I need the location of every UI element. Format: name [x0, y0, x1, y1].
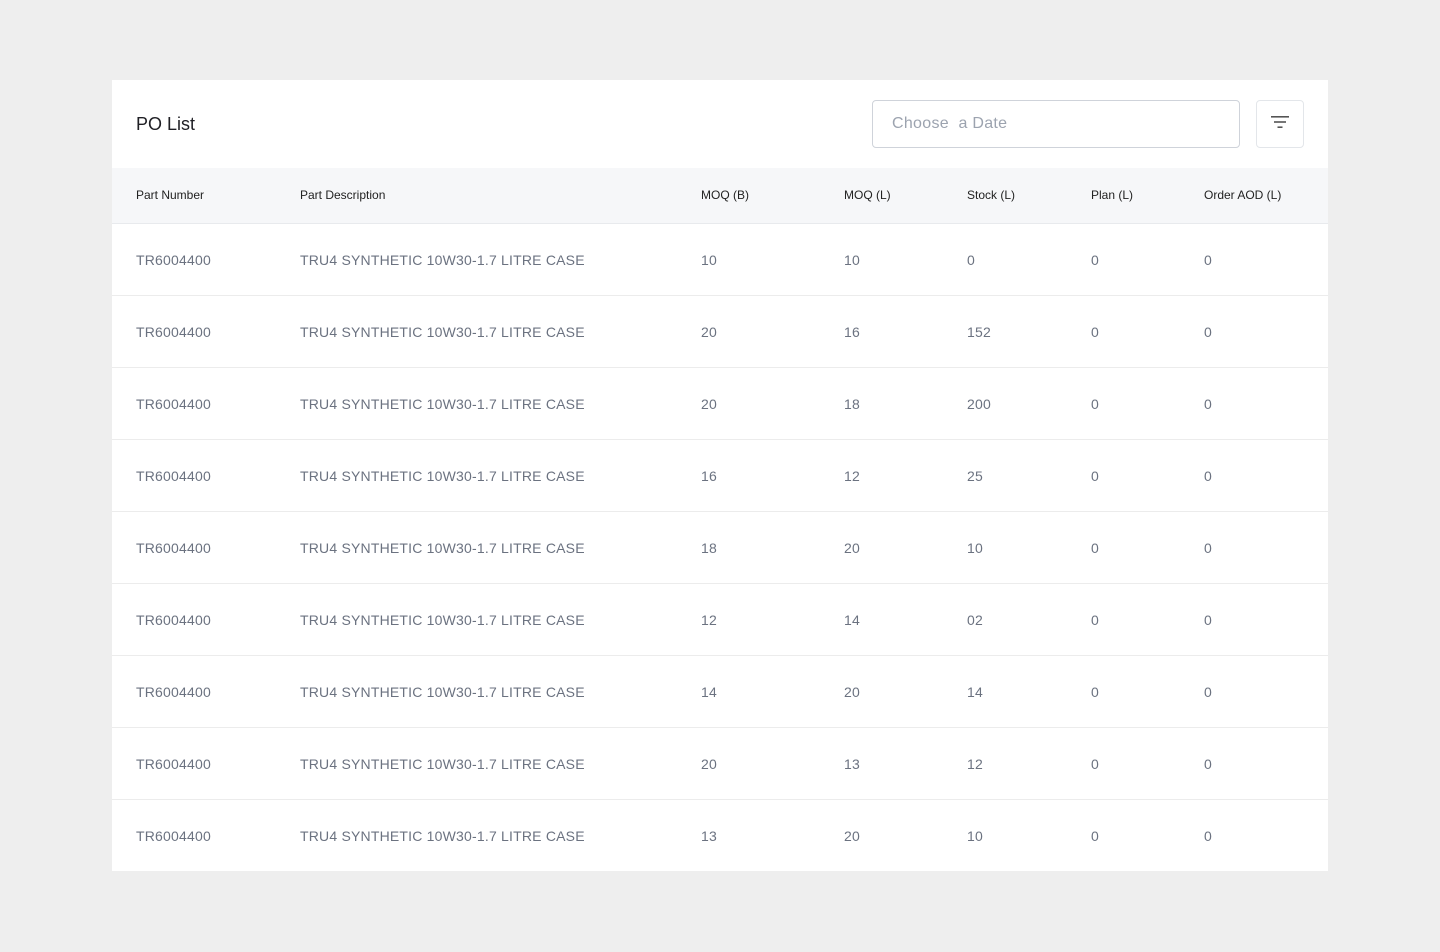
stock-l-cell: 200	[967, 396, 991, 412]
part-description-cell: TRU4 SYNTHETIC 10W30-1.7 LITRE CASE	[300, 756, 585, 772]
stock-l-cell: 10	[967, 540, 983, 556]
table-row[interactable]: TR6004400 TRU4 SYNTHETIC 10W30-1.7 LITRE …	[112, 296, 1328, 368]
part-number-cell: TR6004400	[136, 324, 211, 340]
order-aod-l-cell: 0	[1204, 612, 1212, 628]
moq-b-cell: 13	[701, 828, 717, 844]
moq-l-cell: 18	[844, 396, 860, 412]
order-aod-l-cell: 0	[1204, 396, 1212, 412]
part-description-cell: TRU4 SYNTHETIC 10W30-1.7 LITRE CASE	[300, 252, 585, 268]
moq-l-cell: 16	[844, 324, 860, 340]
moq-l-cell: 20	[844, 540, 860, 556]
moq-l-cell: 10	[844, 252, 860, 268]
order-aod-l-cell: 0	[1204, 756, 1212, 772]
po-list-card: PO List Part Number Part Description MOQ…	[112, 80, 1328, 871]
plan-l-cell: 0	[1091, 324, 1099, 340]
column-header-moq-b[interactable]: MOQ (B)	[701, 168, 749, 223]
order-aod-l-cell: 0	[1204, 252, 1212, 268]
moq-l-cell: 12	[844, 468, 860, 484]
order-aod-l-cell: 0	[1204, 468, 1212, 484]
part-number-cell: TR6004400	[136, 540, 211, 556]
moq-b-cell: 20	[701, 396, 717, 412]
plan-l-cell: 0	[1091, 612, 1099, 628]
part-description-cell: TRU4 SYNTHETIC 10W30-1.7 LITRE CASE	[300, 684, 585, 700]
plan-l-cell: 0	[1091, 540, 1099, 556]
stock-l-cell: 14	[967, 684, 983, 700]
part-number-cell: TR6004400	[136, 684, 211, 700]
table-header: Part Number Part Description MOQ (B) MOQ…	[112, 168, 1328, 224]
card-header: PO List	[112, 80, 1328, 168]
part-number-cell: TR6004400	[136, 756, 211, 772]
page-title: PO List	[136, 114, 196, 134]
stock-l-cell: 12	[967, 756, 983, 772]
moq-l-cell: 14	[844, 612, 860, 628]
table-row[interactable]: TR6004400 TRU4 SYNTHETIC 10W30-1.7 LITRE …	[112, 800, 1328, 872]
stock-l-cell: 25	[967, 468, 983, 484]
moq-l-cell: 20	[844, 828, 860, 844]
moq-b-cell: 18	[701, 540, 717, 556]
plan-l-cell: 0	[1091, 468, 1099, 484]
stock-l-cell: 0	[967, 252, 975, 268]
part-number-cell: TR6004400	[136, 828, 211, 844]
moq-l-cell: 20	[844, 684, 860, 700]
column-header-order-aod-l[interactable]: Order AOD (L)	[1204, 168, 1281, 223]
column-header-moq-l[interactable]: MOQ (L)	[844, 168, 891, 223]
table-row[interactable]: TR6004400 TRU4 SYNTHETIC 10W30-1.7 LITRE …	[112, 584, 1328, 656]
date-picker-input[interactable]	[872, 100, 1240, 148]
order-aod-l-cell: 0	[1204, 540, 1212, 556]
moq-b-cell: 14	[701, 684, 717, 700]
column-header-part-description[interactable]: Part Description	[300, 168, 385, 223]
plan-l-cell: 0	[1091, 396, 1099, 412]
part-number-cell: TR6004400	[136, 396, 211, 412]
part-description-cell: TRU4 SYNTHETIC 10W30-1.7 LITRE CASE	[300, 612, 585, 628]
moq-b-cell: 20	[701, 324, 717, 340]
part-description-cell: TRU4 SYNTHETIC 10W30-1.7 LITRE CASE	[300, 324, 585, 340]
table-row[interactable]: TR6004400 TRU4 SYNTHETIC 10W30-1.7 LITRE …	[112, 512, 1328, 584]
part-description-cell: TRU4 SYNTHETIC 10W30-1.7 LITRE CASE	[300, 396, 585, 412]
filter-button[interactable]	[1256, 100, 1304, 148]
stock-l-cell: 10	[967, 828, 983, 844]
part-number-cell: TR6004400	[136, 252, 211, 268]
moq-b-cell: 10	[701, 252, 717, 268]
part-number-cell: TR6004400	[136, 468, 211, 484]
part-description-cell: TRU4 SYNTHETIC 10W30-1.7 LITRE CASE	[300, 828, 585, 844]
moq-b-cell: 20	[701, 756, 717, 772]
plan-l-cell: 0	[1091, 756, 1099, 772]
table-row[interactable]: TR6004400 TRU4 SYNTHETIC 10W30-1.7 LITRE …	[112, 224, 1328, 296]
column-header-stock-l[interactable]: Stock (L)	[967, 168, 1015, 223]
moq-l-cell: 13	[844, 756, 860, 772]
order-aod-l-cell: 0	[1204, 324, 1212, 340]
column-header-plan-l[interactable]: Plan (L)	[1091, 168, 1133, 223]
plan-l-cell: 0	[1091, 828, 1099, 844]
order-aod-l-cell: 0	[1204, 828, 1212, 844]
table-row[interactable]: TR6004400 TRU4 SYNTHETIC 10W30-1.7 LITRE …	[112, 440, 1328, 512]
table-row[interactable]: TR6004400 TRU4 SYNTHETIC 10W30-1.7 LITRE …	[112, 368, 1328, 440]
part-number-cell: TR6004400	[136, 612, 211, 628]
stock-l-cell: 152	[967, 324, 991, 340]
column-header-part-number[interactable]: Part Number	[136, 168, 204, 223]
plan-l-cell: 0	[1091, 684, 1099, 700]
table-row[interactable]: TR6004400 TRU4 SYNTHETIC 10W30-1.7 LITRE …	[112, 728, 1328, 800]
filter-icon	[1271, 115, 1289, 133]
moq-b-cell: 16	[701, 468, 717, 484]
stock-l-cell: 02	[967, 612, 983, 628]
part-description-cell: TRU4 SYNTHETIC 10W30-1.7 LITRE CASE	[300, 468, 585, 484]
table-row[interactable]: TR6004400 TRU4 SYNTHETIC 10W30-1.7 LITRE …	[112, 656, 1328, 728]
part-description-cell: TRU4 SYNTHETIC 10W30-1.7 LITRE CASE	[300, 540, 585, 556]
plan-l-cell: 0	[1091, 252, 1099, 268]
table-body: TR6004400 TRU4 SYNTHETIC 10W30-1.7 LITRE …	[112, 224, 1328, 872]
moq-b-cell: 12	[701, 612, 717, 628]
order-aod-l-cell: 0	[1204, 684, 1212, 700]
